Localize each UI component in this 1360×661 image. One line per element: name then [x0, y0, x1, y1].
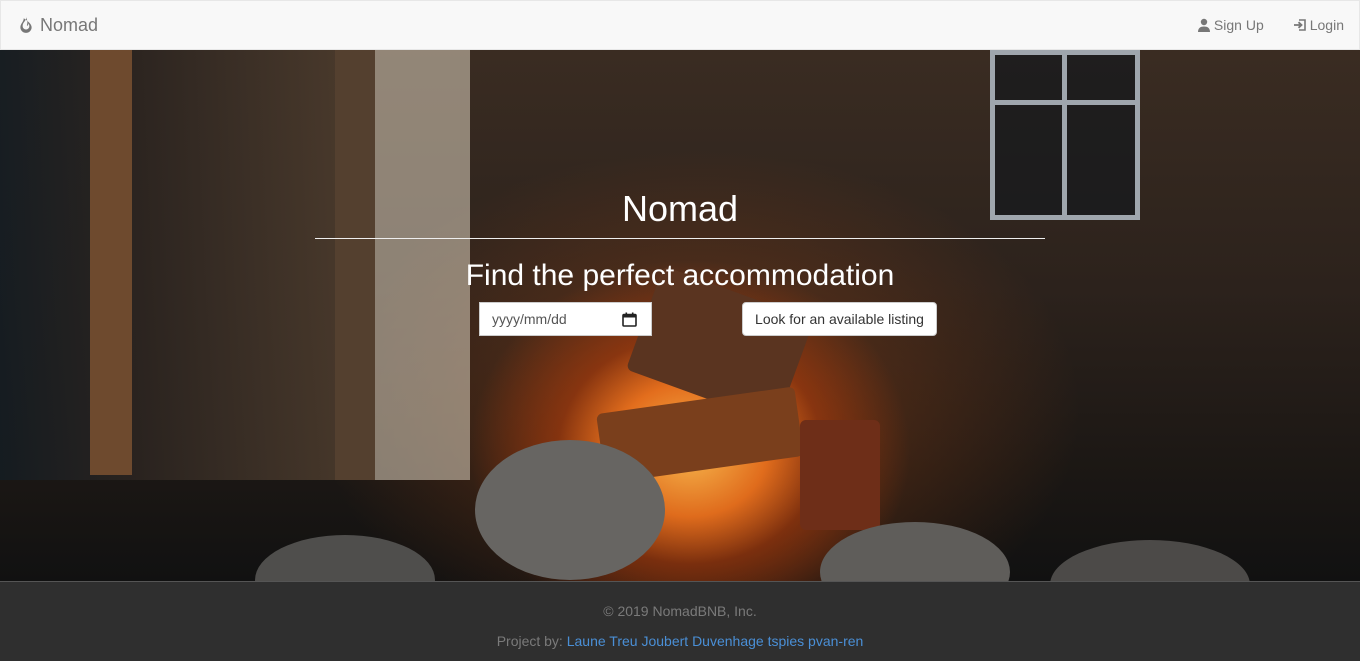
- hero-content: Nomad Find the perfect accommodation yyy…: [0, 50, 1360, 581]
- hero-subtitle: Find the perfect accommodation: [465, 259, 895, 292]
- project-credits: Project by: Laune Treu Joubert Duvenhage…: [0, 633, 1360, 649]
- fire-icon: [17, 16, 35, 34]
- user-icon: [1197, 18, 1211, 32]
- date-input[interactable]: yyyy/mm/dd: [479, 302, 652, 336]
- calendar-icon[interactable]: [622, 312, 637, 327]
- footer: © 2019 NomadBNB, Inc. Project by: Laune …: [0, 581, 1360, 661]
- author-link[interactable]: Joubert: [641, 633, 688, 649]
- hero-section: Nomad Find the perfect accommodation yyy…: [0, 50, 1360, 581]
- author-link[interactable]: Duvenhage: [692, 633, 764, 649]
- signup-link[interactable]: Sign Up: [1197, 17, 1264, 33]
- copyright-text: © 2019 NomadBNB, Inc.: [603, 603, 757, 619]
- author-link[interactable]: tspies: [768, 633, 805, 649]
- author-link[interactable]: pvan-ren: [808, 633, 863, 649]
- hero-title: Nomad: [621, 188, 739, 229]
- search-listing-button[interactable]: Look for an available listing: [742, 302, 937, 336]
- author-link[interactable]: Laune: [567, 633, 606, 649]
- login-label: Login: [1309, 17, 1344, 33]
- brand-label: Nomad: [40, 14, 99, 35]
- hero-divider: [315, 238, 1045, 239]
- login-link[interactable]: Login: [1293, 17, 1344, 33]
- nav-right: Sign Up Login: [1168, 17, 1344, 33]
- date-placeholder: yyyy/mm/dd: [492, 311, 567, 327]
- login-icon: [1293, 18, 1307, 32]
- author-link[interactable]: Treu: [609, 633, 637, 649]
- project-prefix: Project by:: [496, 633, 563, 649]
- signup-label: Sign Up: [1213, 17, 1264, 33]
- brand-link[interactable]: Nomad: [17, 15, 98, 36]
- navbar: Nomad Sign Up Login: [0, 0, 1360, 50]
